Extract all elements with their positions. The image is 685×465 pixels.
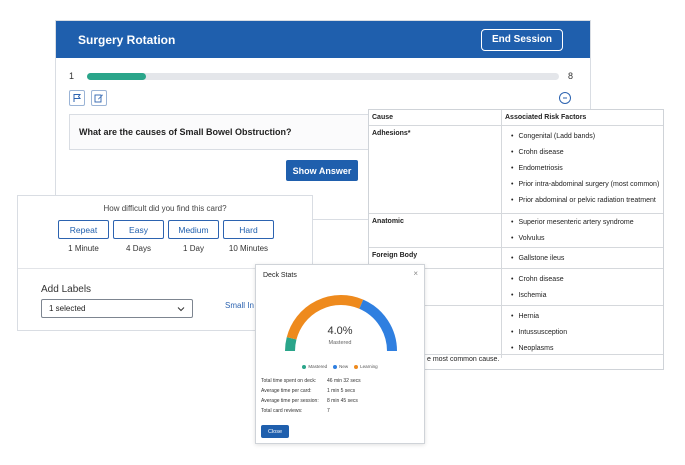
stat-value: 8 min 45 secs (327, 398, 358, 404)
edit-button[interactable] (91, 90, 107, 106)
session-header: Surgery Rotation End Session (56, 21, 590, 58)
column-header-risk-factors: Associated Risk Factors (505, 114, 587, 121)
progress-start-count: 1 (69, 71, 75, 81)
mastered-label: Mastered (328, 340, 352, 346)
difficulty-question: How difficult did you find this card? (103, 204, 227, 213)
easy-button[interactable]: Easy (113, 220, 164, 239)
legend-label: Learning (360, 364, 378, 369)
table-header: Cause Associated Risk Factors (369, 110, 663, 126)
legend-dot (354, 364, 359, 369)
repeat-interval: 1 Minute (68, 244, 99, 253)
medium-button[interactable]: Medium (168, 220, 219, 239)
stat-row-total-reviews: Total card reviews: 7 (261, 408, 330, 414)
progress-fill (87, 72, 146, 80)
easy-interval: 4 Days (126, 244, 151, 253)
deck-stats-modal: Deck Stats × 4.0% Mastered Mastered New … (255, 264, 425, 444)
question-card: What are the causes of Small Bowel Obstr… (69, 114, 389, 150)
legend-item-mastered: Mastered (302, 364, 327, 369)
risk-factor-item: Congenital (Ladd bands) (511, 128, 660, 144)
close-button[interactable]: Close (261, 425, 289, 438)
risk-factor-item: Ischemia (511, 287, 660, 303)
hard-button[interactable]: Hard (223, 220, 274, 239)
table-row: Anatomic Superior mesenteric artery synd… (369, 214, 663, 248)
medium-interval: 1 Day (183, 244, 204, 253)
stat-label: Total card reviews: (261, 408, 303, 414)
end-session-button[interactable]: End Session (480, 28, 563, 51)
small-link[interactable]: Small In (225, 301, 254, 310)
mastered-percent: 4.0% (327, 325, 353, 337)
chevron-down-icon (177, 306, 185, 311)
risk-factor-item: Intussusception (511, 324, 660, 340)
legend-label: Mastered (308, 364, 328, 369)
risk-factors-cell: Congenital (Ladd bands) Crohn disease En… (502, 126, 663, 213)
stat-label: Total time spent on deck: (261, 378, 317, 384)
labels-select-value: 1 selected (49, 304, 86, 313)
risk-factor-item: Endometriosis (511, 160, 660, 176)
risk-factor-item: Crohn disease (511, 271, 660, 287)
legend-item-new: New (333, 364, 348, 369)
stat-value: 1 min 5 secs (327, 388, 356, 394)
mastery-gauge (285, 295, 397, 352)
stat-value: 46 min 32 secs (327, 378, 361, 384)
legend-item-learning: Learning (354, 364, 378, 369)
question-text: What are the causes of Small Bowel Obstr… (79, 127, 292, 137)
legend-label: New (339, 364, 349, 369)
risk-factors-cell: Crohn disease Ischemia (502, 269, 663, 305)
cause-cell: Anatomic (369, 214, 502, 247)
risk-factors-cell: Hernia Intussusception Neoplasms (502, 306, 663, 358)
legend-dot (333, 364, 338, 369)
flag-icon (73, 94, 81, 102)
stat-row-avg-per-card: Average time per card: 1 min 5 secs (261, 388, 355, 394)
risk-factor-item: Volvulus (511, 230, 660, 246)
gauge-legend: Mastered New Learning (256, 364, 424, 369)
stat-row-total-time: Total time spent on deck: 46 min 32 secs (261, 378, 361, 384)
stat-label: Average time per card: (261, 388, 312, 394)
repeat-button[interactable]: Repeat (58, 220, 109, 239)
progress-total-count: 8 (567, 71, 573, 81)
cause-cell: Adhesions* (369, 126, 502, 213)
stat-row-avg-per-session: Average time per session: 8 min 45 secs (261, 398, 358, 404)
risk-factor-item: Gallstone ileus (511, 250, 660, 266)
labels-select[interactable]: 1 selected (41, 299, 193, 318)
difficulty-section: How difficult did you find this card? Re… (18, 196, 312, 269)
stat-value: 7 (327, 408, 330, 414)
collapse-button[interactable] (559, 92, 571, 104)
progress-track (87, 72, 559, 80)
show-answer-button[interactable]: Show Answer (286, 160, 358, 181)
risk-factor-item: Hernia (511, 308, 660, 324)
risk-factors-cell: Superior mesenteric artery syndrome Volv… (502, 214, 663, 247)
edit-icon (94, 94, 103, 103)
table-row: Adhesions* Congenital (Ladd bands) Crohn… (369, 126, 663, 214)
legend-dot (302, 364, 307, 369)
risk-factor-item: Prior abdominal or pelvic radiation trea… (511, 192, 660, 208)
risk-factor-item: Superior mesenteric artery syndrome (511, 214, 660, 230)
collapse-icon (563, 97, 567, 99)
progress-bar: 1 8 (69, 69, 573, 83)
session-title: Surgery Rotation (78, 32, 176, 47)
risk-factor-item: Prior intra-abdominal surgery (most comm… (511, 176, 660, 192)
risk-factors-cell: Gallstone ileus (502, 248, 663, 268)
stat-label: Average time per session: (261, 398, 319, 404)
risk-factor-item: Crohn disease (511, 144, 660, 160)
column-header-cause: Cause (369, 110, 502, 125)
hard-interval: 10 Minutes (228, 244, 269, 253)
add-labels-heading: Add Labels (41, 284, 92, 295)
flag-button[interactable] (69, 90, 85, 106)
